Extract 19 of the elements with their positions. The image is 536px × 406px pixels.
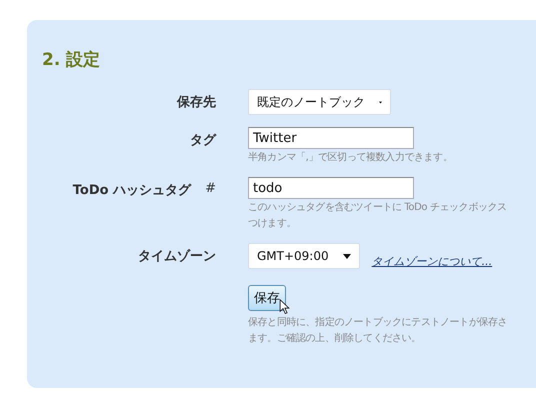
- field-label: 保存先: [177, 94, 216, 111]
- timezone-link[interactable]: タイムゾーンについて...: [372, 254, 492, 268]
- dropdown[interactable]: GMT+09:00: [248, 243, 360, 269]
- dropdown[interactable]: 既定のノートブック: [248, 89, 391, 115]
- hint-text: このハッシュタグを含むツイートに ToDo チェックボックス: [248, 200, 507, 215]
- hint-text: 保存と同時に、指定のノートブックにテストノートが保存さ: [248, 316, 508, 330]
- caret-icon: [342, 254, 351, 258]
- mouse-cursor-icon: [279, 299, 290, 315]
- field-label: タグ: [190, 132, 216, 149]
- hint-text: つけます。: [248, 217, 296, 231]
- text-field[interactable]: todo: [248, 177, 414, 199]
- hint-text: ます。ご確認の上、削除してください。: [248, 332, 421, 346]
- field-label: タイムゾーン: [138, 248, 216, 265]
- section-title: 2. 設定: [42, 49, 102, 71]
- field-label: ToDo ハッシュタグ: [72, 182, 192, 199]
- save-button[interactable]: 保存: [248, 285, 286, 311]
- hash-prefix: #: [205, 181, 216, 196]
- hint-text: 半角カンマ「,」で区切って複数入力できます。: [248, 150, 452, 165]
- text-field[interactable]: Twitter: [248, 127, 414, 149]
